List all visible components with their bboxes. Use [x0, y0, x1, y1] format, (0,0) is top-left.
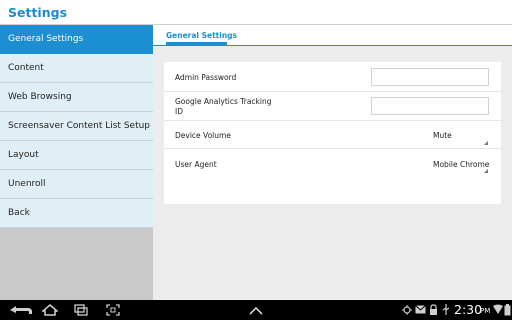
sidebar-item-general-settings[interactable]: General Settings — [0, 25, 153, 54]
wifi-icon — [493, 304, 503, 314]
sidebar-item-web-browsing[interactable]: Web Browsing — [0, 83, 153, 112]
sidebar-item-screensaver-content[interactable]: Screensaver Content List Setup — [0, 112, 153, 141]
spinner-arrow-icon — [484, 141, 488, 145]
sidebar-item-unenroll[interactable]: Unenroll — [0, 170, 153, 199]
debug-icon — [402, 305, 412, 315]
app-title: Settings — [8, 5, 68, 20]
settings-card: Admin Password Google Analytics Tracking… — [164, 62, 501, 204]
row-divider — [164, 91, 501, 92]
analytics-id-label: Google Analytics Tracking ID — [175, 97, 272, 116]
row-divider — [164, 148, 501, 149]
main-panel: General Settings Admin Password Google A… — [153, 25, 512, 300]
device-volume-spinner[interactable]: Mute — [433, 131, 452, 140]
admin-password-field[interactable] — [371, 68, 489, 86]
lock-icon — [430, 304, 437, 315]
admin-password-label: Admin Password — [175, 73, 237, 82]
spinner-arrow-icon — [484, 169, 488, 173]
sidebar-item-back[interactable]: Back — [0, 199, 153, 228]
up-chevron-icon[interactable] — [249, 307, 263, 315]
recent-apps-icon[interactable] — [74, 304, 88, 316]
clock-ampm: PM — [480, 307, 491, 315]
tab-bar: General Settings — [153, 25, 512, 46]
tab-general-settings[interactable]: General Settings — [166, 31, 237, 40]
back-icon[interactable] — [8, 304, 34, 316]
sidebar: General Settings Content Web Browsing Sc… — [0, 25, 153, 300]
usb-icon — [442, 304, 450, 315]
battery-icon — [504, 304, 511, 316]
screenshot-icon[interactable] — [106, 304, 120, 316]
row-divider — [164, 120, 501, 121]
user-agent-spinner[interactable]: Mobile Chrome — [433, 160, 489, 169]
device-volume-label: Device Volume — [175, 131, 231, 140]
clock: 2:30 — [454, 302, 483, 317]
mail-icon — [415, 305, 426, 314]
home-icon[interactable] — [42, 304, 58, 316]
system-bar: 2:30 PM — [0, 300, 512, 320]
analytics-id-field[interactable] — [371, 97, 489, 115]
sidebar-item-layout[interactable]: Layout — [0, 141, 153, 170]
sidebar-item-content[interactable]: Content — [0, 54, 153, 83]
user-agent-label: User Agent — [175, 160, 217, 169]
tab-indicator — [166, 42, 227, 45]
action-bar: Settings — [0, 0, 512, 25]
